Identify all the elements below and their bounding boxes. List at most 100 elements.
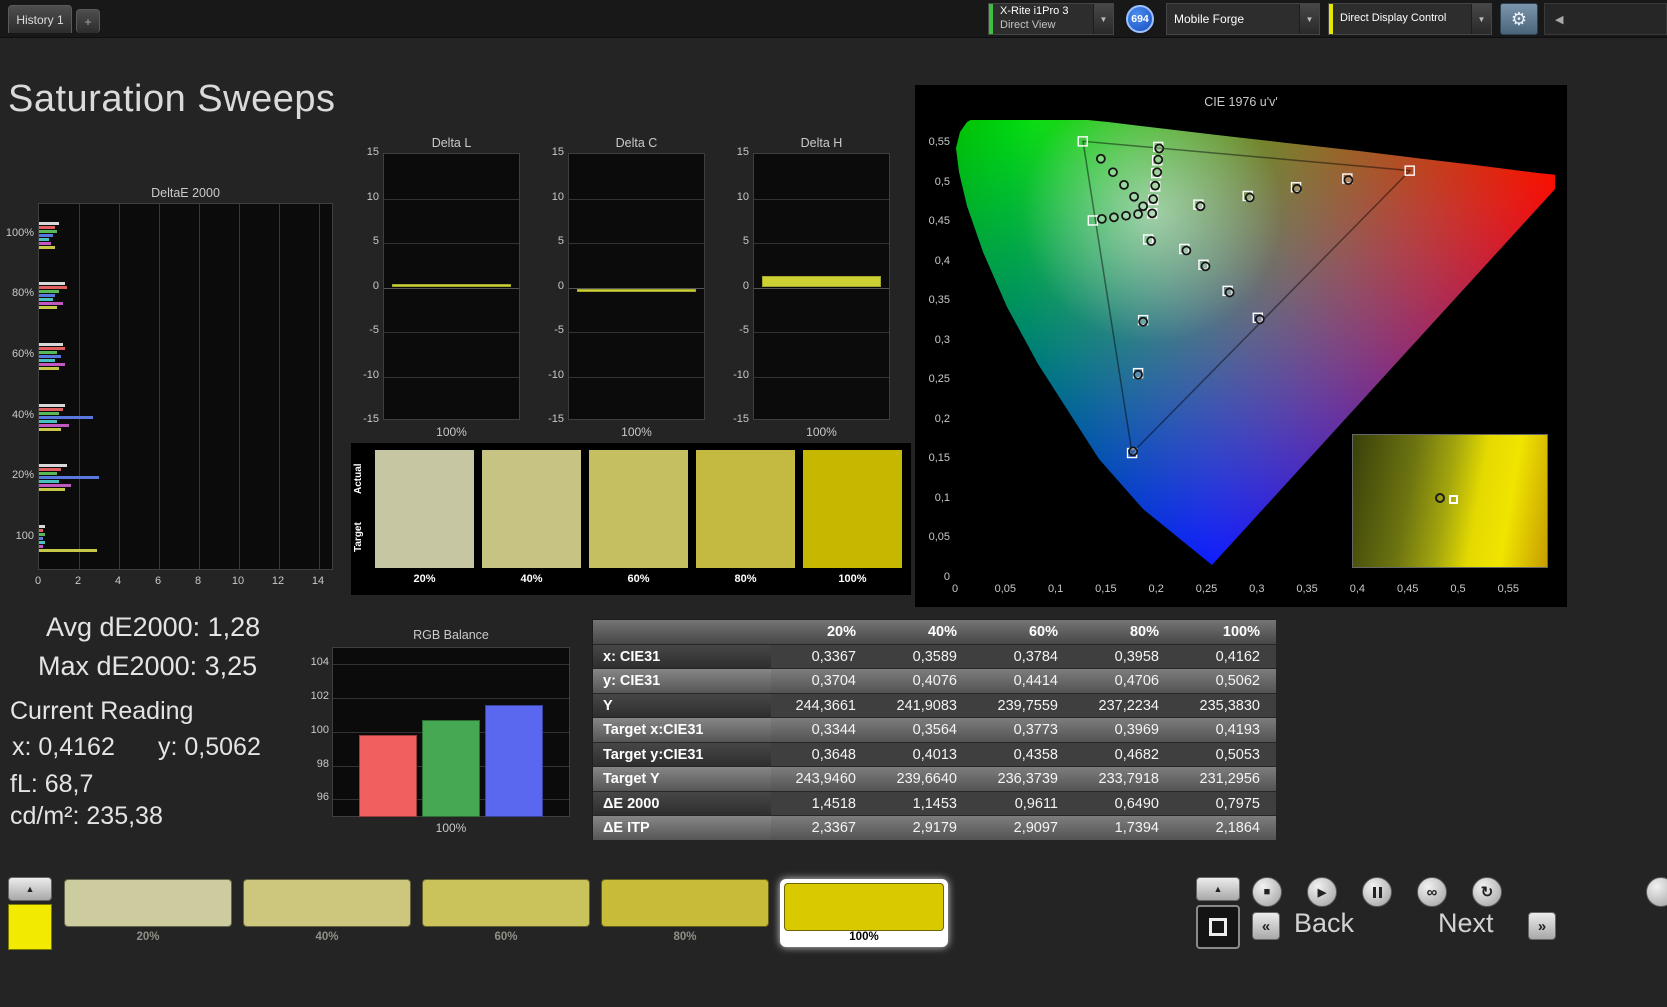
bar	[39, 367, 59, 370]
bar	[39, 549, 97, 552]
saturation-level-button[interactable]: 100%	[780, 879, 948, 947]
bar	[39, 359, 55, 362]
tab-history[interactable]: History 1	[8, 5, 72, 33]
y-tick-label: -15	[350, 413, 379, 425]
back-button[interactable]: Back	[1294, 908, 1354, 939]
bar	[39, 286, 67, 289]
collapse-panel-button[interactable]: ◀	[1544, 3, 1667, 35]
y-tick-label: 104	[302, 656, 329, 668]
scroll-up-right-button[interactable]: ▲	[1196, 877, 1240, 901]
next-jump-button[interactable]: »	[1528, 912, 1556, 940]
table-header-cell: 100%	[1175, 620, 1276, 645]
edge-button[interactable]	[1646, 877, 1667, 907]
y-tick-label: 0,25	[917, 373, 950, 385]
bar	[39, 363, 65, 366]
gridline	[754, 332, 889, 333]
cie-measured-marker	[1154, 156, 1162, 164]
pause-button[interactable]	[1362, 877, 1392, 907]
x-tick-label: 0,05	[989, 583, 1021, 595]
y-tick-label: 100	[0, 530, 34, 542]
display-control-dropdown[interactable]: Direct Display Control ▼	[1328, 3, 1492, 35]
cie-measured-marker	[1344, 176, 1352, 184]
y-tick-label: 100	[302, 724, 329, 736]
y-tick-label: 0	[917, 571, 950, 583]
bar	[39, 472, 57, 475]
x-tick-label: 0,25	[1191, 583, 1223, 595]
rgb-plot	[332, 647, 570, 817]
delta-c-chart: Delta C 151050-5-10-15100%	[535, 137, 710, 447]
swatch-color	[243, 879, 411, 927]
bar	[39, 484, 71, 487]
y-tick-label: 0,3	[917, 334, 950, 346]
pattern-window-button[interactable]	[1196, 905, 1240, 949]
table-cell: 0,4682	[1074, 743, 1175, 768]
x-tick-label: 0,55	[1492, 583, 1524, 595]
y-tick-label: -15	[535, 413, 564, 425]
bar	[39, 302, 63, 305]
chevron-down-icon[interactable]: ▼	[1093, 4, 1113, 34]
settings-button[interactable]: ⚙	[1500, 3, 1538, 35]
source-label: Mobile Forge	[1174, 12, 1292, 27]
delta-c-plot	[568, 153, 705, 420]
bar	[39, 537, 43, 540]
cie-measured-marker	[1120, 181, 1128, 189]
bar	[392, 284, 511, 288]
delta-h-chart: Delta H 151050-5-10-15100%	[720, 137, 895, 447]
saturation-level-button[interactable]: 80%	[601, 879, 769, 947]
chevron-down-icon[interactable]: ▼	[1471, 4, 1491, 34]
max-de2000: Max dE2000: 3,25	[38, 651, 257, 682]
meter-line2: Direct View	[1000, 19, 1086, 33]
patch-level-label: 20%	[375, 573, 474, 585]
scroll-up-left-button[interactable]: ▲	[8, 877, 52, 901]
inset-target-marker	[1449, 495, 1458, 504]
table-cell: 0,3648	[771, 743, 872, 768]
bar	[39, 242, 51, 245]
patch-swatch	[696, 450, 795, 568]
patch-axis-label: Actual	[353, 451, 368, 507]
y-tick-label: -15	[720, 413, 749, 425]
back-jump-button[interactable]: «	[1252, 912, 1280, 940]
y-tick-label: 98	[302, 758, 329, 770]
gridline	[384, 332, 519, 333]
loop-button[interactable]: ∞	[1417, 877, 1447, 907]
swatch-label: 20%	[64, 931, 232, 943]
cie-measured-marker	[1139, 318, 1147, 326]
stop-button[interactable]: ■	[1252, 877, 1282, 907]
meter-dropdown[interactable]: X-Rite i1Pro 3 Direct View ▼	[988, 3, 1114, 35]
saturation-level-button[interactable]: 40%	[243, 879, 411, 947]
x-tick-label: 0,45	[1392, 583, 1424, 595]
play-button[interactable]: ▶	[1307, 877, 1337, 907]
table-cell: 0,3564	[872, 718, 973, 743]
y-tick-label: 0	[720, 280, 749, 292]
infinity-icon: ∞	[1427, 884, 1438, 901]
gridline	[754, 199, 889, 200]
current-reading-label: Current Reading	[10, 697, 193, 726]
avg-de2000: Avg dE2000: 1,28	[46, 612, 260, 643]
table-cell: 0,4358	[973, 743, 1074, 768]
bar	[39, 234, 53, 237]
y-tick-label: 10	[350, 191, 379, 203]
table-cell: 0,3784	[973, 645, 1074, 670]
next-button[interactable]: Next	[1438, 908, 1494, 939]
patch-level-label: 40%	[482, 573, 581, 585]
patch-swatch	[589, 450, 688, 568]
cie-measured-marker	[1129, 447, 1137, 455]
bar	[359, 735, 417, 817]
gridline	[384, 199, 519, 200]
table-header-cell: 40%	[872, 620, 973, 645]
chevron-down-icon[interactable]: ▼	[1299, 4, 1319, 34]
gridline	[569, 199, 704, 200]
meter-line1: X-Rite i1Pro 3	[1000, 5, 1086, 19]
add-tab-button[interactable]: +	[76, 9, 100, 33]
swatch-label: 80%	[601, 931, 769, 943]
table-row-label: x: CIE31	[593, 645, 771, 670]
bar	[39, 488, 65, 491]
table-cell: 241,9083	[872, 694, 973, 719]
y-tick-label: 10	[720, 191, 749, 203]
source-dropdown[interactable]: Mobile Forge ▼	[1166, 3, 1320, 35]
saturation-level-button[interactable]: 20%	[64, 879, 232, 947]
y-tick-label: -5	[535, 324, 564, 336]
saturation-level-button[interactable]: 60%	[422, 879, 590, 947]
y-tick-label: 15	[720, 146, 749, 158]
refresh-button[interactable]: ↻	[1472, 877, 1502, 907]
